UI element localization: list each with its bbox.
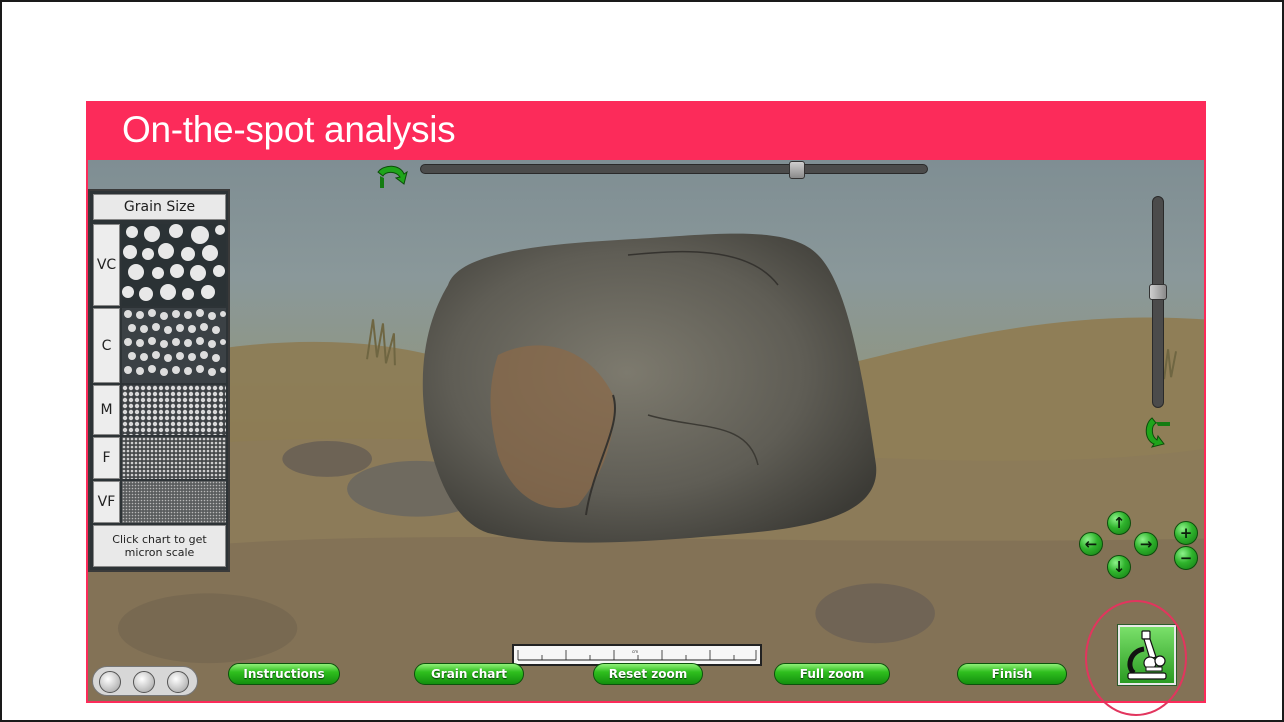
micron-scale-hint[interactable]: Click chart to get micron scale bbox=[93, 525, 226, 567]
zoom-in-button[interactable]: + bbox=[1174, 521, 1198, 545]
grain-row-label: VF bbox=[93, 481, 120, 523]
highlight-circle bbox=[1085, 600, 1187, 716]
grain-row-label: C bbox=[93, 308, 120, 383]
rotation-slider-vertical[interactable] bbox=[1149, 196, 1167, 408]
grain-sample-medium bbox=[122, 385, 226, 435]
rotation-slider-horizontal-thumb[interactable] bbox=[788, 161, 805, 179]
pan-right-button[interactable]: → bbox=[1134, 532, 1158, 556]
slide-title: On-the-spot analysis bbox=[122, 109, 456, 150]
title-bar: On-the-spot analysis bbox=[86, 101, 1206, 160]
grain-sample-coarse bbox=[122, 308, 226, 383]
zoom-out-button[interactable]: − bbox=[1174, 546, 1198, 570]
pan-left-button[interactable]: ← bbox=[1079, 532, 1103, 556]
grain-chart-title: Grain Size bbox=[93, 194, 226, 220]
pan-down-button[interactable]: ↓ bbox=[1107, 555, 1131, 579]
ruler-unit: cm bbox=[632, 649, 638, 654]
grain-sample-very-fine bbox=[122, 481, 226, 523]
grain-size-chart[interactable]: Grain Size VC C M F VF Click chart to ge… bbox=[88, 189, 230, 572]
reset-zoom-button[interactable]: Reset zoom bbox=[593, 663, 703, 685]
rotation-slider-horizontal[interactable] bbox=[420, 161, 928, 179]
arrow-down-icon: ↓ bbox=[1112, 558, 1126, 576]
speech-bubble-icon[interactable] bbox=[99, 671, 121, 693]
finish-button[interactable]: Finish bbox=[957, 663, 1067, 685]
virtual-field-viewport[interactable]: Grain Size VC C M F VF Click chart to ge… bbox=[86, 160, 1206, 703]
grain-row-label: M bbox=[93, 385, 120, 435]
grain-row-vf[interactable]: VF bbox=[93, 481, 226, 523]
grain-chart-button[interactable]: Grain chart bbox=[414, 663, 524, 685]
minus-icon: − bbox=[1179, 549, 1193, 567]
instructions-button[interactable]: Instructions bbox=[228, 663, 340, 685]
full-zoom-button[interactable]: Full zoom bbox=[774, 663, 890, 685]
rotation-slider-vertical-thumb[interactable] bbox=[1149, 284, 1167, 301]
grain-row-vc[interactable]: VC bbox=[93, 224, 226, 306]
grain-row-f[interactable]: F bbox=[93, 437, 226, 479]
pan-up-button[interactable]: ↑ bbox=[1107, 511, 1131, 535]
arrow-up-icon: ↑ bbox=[1112, 514, 1126, 532]
plus-icon: + bbox=[1179, 524, 1193, 542]
people-icon[interactable] bbox=[133, 671, 155, 693]
rock-specimen[interactable] bbox=[418, 215, 878, 555]
grain-row-label: F bbox=[93, 437, 120, 479]
grain-sample-fine bbox=[122, 437, 226, 479]
grain-sample-very-coarse bbox=[122, 224, 226, 306]
arrow-right-icon: → bbox=[1139, 535, 1153, 553]
tools-icon[interactable] bbox=[167, 671, 189, 693]
rotate-vertical-icon[interactable] bbox=[1142, 414, 1176, 448]
rotate-horizontal-icon[interactable] bbox=[374, 162, 408, 192]
grain-row-c[interactable]: C bbox=[93, 308, 226, 383]
grain-row-m[interactable]: M bbox=[93, 385, 226, 435]
slide: On-the-spot analysis Grain Size VC C M F… bbox=[0, 0, 1284, 722]
grain-row-label: VC bbox=[93, 224, 120, 306]
arrow-left-icon: ← bbox=[1084, 535, 1098, 553]
tool-group bbox=[92, 666, 198, 696]
